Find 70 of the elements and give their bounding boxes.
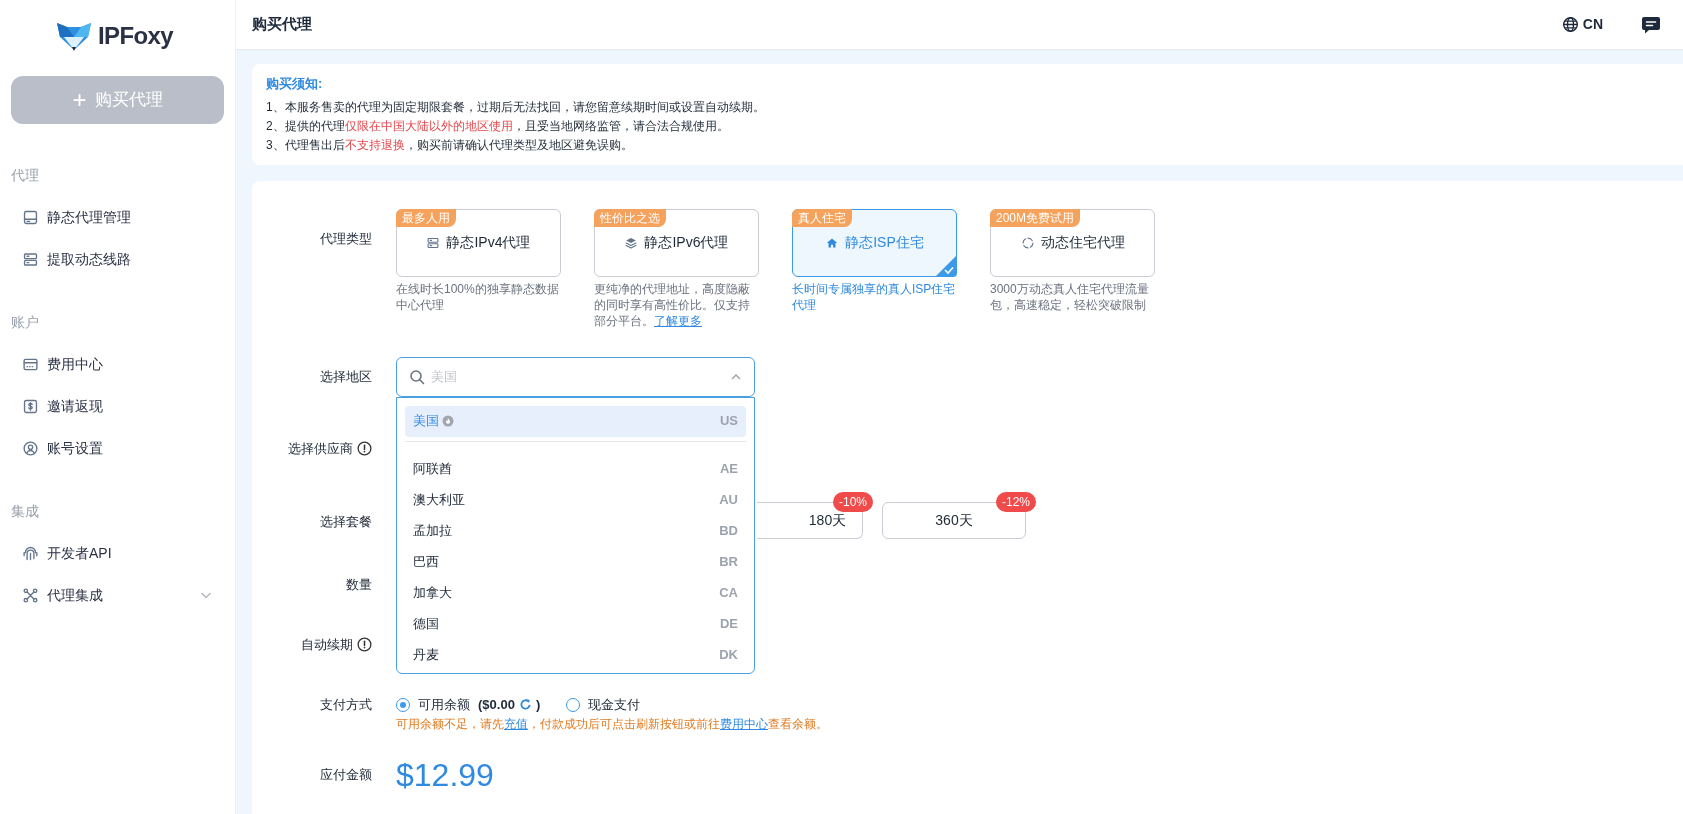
balance-warning: 可用余额不足，请先充值，付款成功后可点击刷新按钮或前往费用中心查看余额。 — [396, 715, 829, 733]
proxy-type-option[interactable]: 最多人用 静态IPv4代理 — [396, 208, 561, 277]
field-label: 自动续期 — [301, 635, 353, 654]
user-icon — [22, 439, 39, 457]
total-amount: $12.99 — [396, 755, 495, 795]
sidebar-item[interactable]: 静态代理管理 — [8, 196, 227, 238]
option-description: 长时间专属独享的真人ISP住宅代理 — [792, 280, 957, 313]
search-icon — [409, 368, 425, 385]
notice-title: 购买须知: — [266, 75, 324, 93]
discount-badge: -12% — [996, 491, 1036, 512]
field-label: 选择供应商 — [288, 439, 353, 458]
sidebar-item[interactable]: 账号设置 — [8, 427, 227, 469]
notice-line: 2、提供的代理仅限在中国大陆以外的地区使用，且受当地网络监管，请合法合规使用。 — [266, 117, 730, 135]
option-description: 更纯净的代理地址，高度隐蔽的同时享有高性价比。仅支持部分平台。了解更多 — [594, 280, 751, 329]
server-icon — [426, 235, 441, 250]
learn-more-link[interactable]: 了解更多 — [654, 313, 702, 328]
page-title: 购买代理 — [252, 14, 313, 35]
fox-logo-icon — [55, 20, 92, 52]
dollar-icon — [22, 397, 39, 415]
server-icon — [22, 250, 39, 268]
section-title: 代理 — [10, 165, 40, 185]
field-label: 代理类型 — [320, 229, 372, 248]
tag-badge: 性价比之选 — [594, 208, 666, 227]
plus-icon: + — [72, 88, 87, 112]
discount-badge: -10% — [833, 491, 873, 512]
check-corner-icon — [935, 254, 957, 277]
section-title: 集成 — [10, 501, 40, 521]
region-option[interactable]: 孟加拉 BD — [405, 515, 746, 547]
sidebar-item[interactable]: 邀请返现 — [8, 385, 227, 427]
notice-line: 3、代理售出后不支持退换，购买前请确认代理类型及地区避免误购。 — [266, 136, 634, 154]
field-label: 支付方式 — [320, 695, 372, 714]
proxy-type-option[interactable]: 性价比之选 静态IPv6代理 — [594, 208, 759, 277]
region-option[interactable]: 加拿大 CA — [405, 577, 746, 609]
field-label: 选择地区 — [320, 367, 372, 386]
section-title: 账户 — [10, 312, 40, 332]
refresh-icon[interactable] — [518, 698, 532, 711]
layers-icon — [624, 235, 639, 250]
logo-text: IPFoxy — [97, 21, 174, 51]
region-option[interactable]: 德国 DE — [405, 608, 746, 640]
fingerprint-icon — [22, 544, 39, 562]
sidebar-item[interactable]: 开发者API — [8, 532, 227, 574]
nodes-icon — [22, 586, 39, 604]
region-option[interactable]: 阿联酋 AE — [405, 453, 746, 485]
tag-badge: 最多人用 — [396, 208, 456, 227]
field-label: 数量 — [346, 575, 372, 594]
search-input[interactable]: 美国 — [431, 366, 724, 387]
field-label: 应付金额 — [320, 765, 372, 784]
text-link[interactable]: 充值 — [504, 716, 528, 731]
globe-icon — [1561, 16, 1579, 33]
cycle-icon — [1020, 235, 1035, 250]
drive-icon — [22, 208, 39, 226]
option-description: 3000万动态真人住宅代理流量包，高速稳定，轻松突破限制 — [990, 280, 1150, 313]
region-option[interactable]: 巴西 BR — [405, 546, 746, 578]
language-button[interactable]: CN — [1561, 14, 1603, 35]
sidebar-item[interactable]: 代理集成 — [8, 574, 227, 616]
option-description: 在线时长100%的独享静态数据中心代理 — [396, 280, 560, 313]
tag-badge: 真人住宅 — [792, 208, 852, 227]
text-link[interactable]: 费用中心 — [720, 716, 768, 731]
payment-option[interactable]: 可用余额 ($0.00 ) — [396, 694, 541, 715]
payment-option[interactable]: 现金支付 — [566, 694, 641, 715]
region-option[interactable]: 澳大利亚 AU — [405, 484, 746, 516]
region-option[interactable]: 丹麦 DK — [405, 639, 746, 671]
field-label: 选择套餐 — [320, 512, 372, 531]
sidebar-item[interactable]: 费用中心 — [8, 343, 227, 385]
proxy-type-option[interactable]: 200M免费试用 动态住宅代理 — [990, 208, 1155, 277]
chat-icon[interactable] — [1641, 14, 1661, 35]
sidebar-item[interactable]: 提取动态线路 — [8, 238, 227, 280]
notice-line: 1、本服务售卖的代理为固定期限套餐，过期后无法找回，请您留意续期时间或设置自动续期。 — [266, 98, 766, 116]
tag-badge: 200M免费试用 — [990, 208, 1081, 227]
region-select[interactable]: 美国 — [396, 356, 755, 397]
